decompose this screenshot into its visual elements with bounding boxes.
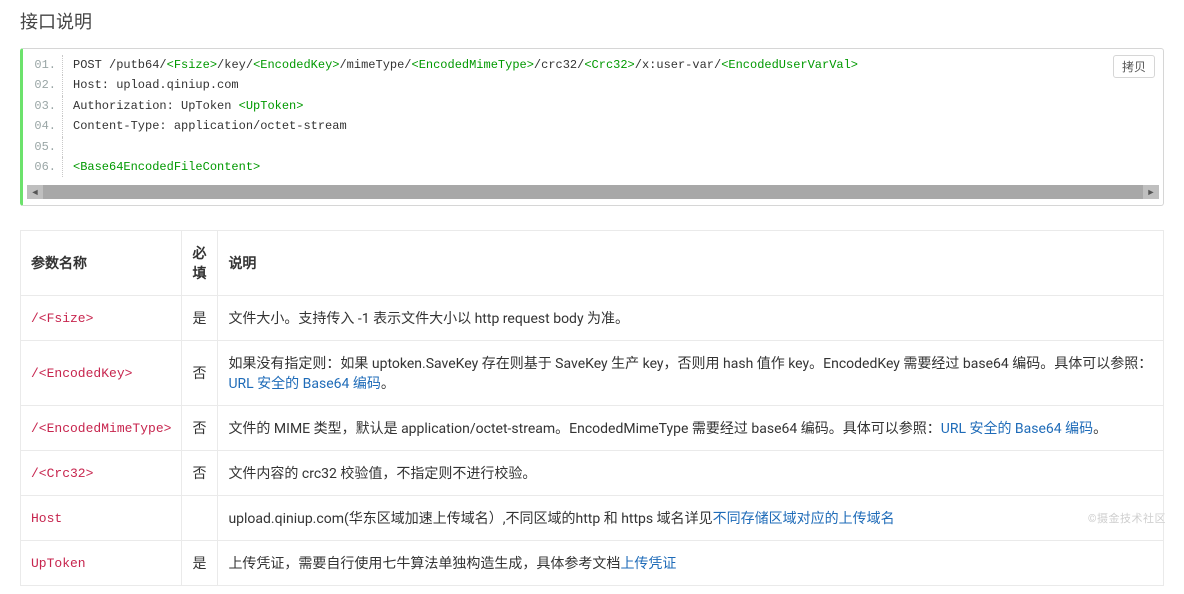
param-name-cell: UpToken — [21, 541, 182, 586]
col-header-required: 必填 — [182, 231, 218, 296]
param-name-cell: /<Fsize> — [21, 296, 182, 341]
table-body: /<Fsize>是文件大小。支持传入 -1 表示文件大小以 http reque… — [21, 296, 1164, 586]
code-token: /x:user-var/ — [635, 58, 721, 72]
line-number: 03. — [29, 96, 63, 116]
code-token-angle: <EncodedUserVarVal> — [721, 58, 858, 72]
param-desc-cell: upload.qiniup.com(华东区域加速上传域名）,不同区域的http … — [218, 496, 1164, 541]
code-token: Content-Type: application/octet-stream — [73, 119, 347, 133]
section-title: 接口说明 — [20, 8, 1164, 34]
copy-button[interactable]: 拷贝 — [1113, 55, 1155, 78]
param-desc-cell: 上传凭证，需要自行使用七牛算法单独构造生成，具体参考文档上传凭证 — [218, 541, 1164, 586]
col-header-desc: 说明 — [218, 231, 1164, 296]
table-row: UpToken 是上传凭证，需要自行使用七牛算法单独构造生成，具体参考文档上传凭证 — [21, 541, 1164, 586]
code-content: Authorization: UpToken <UpToken> — [73, 96, 303, 116]
param-desc-cell: 文件内容的 crc32 校验值，不指定则不进行校验。 — [218, 451, 1164, 496]
param-desc-cell: 如果没有指定则：如果 uptoken.SaveKey 存在则基于 SaveKey… — [218, 341, 1164, 406]
param-desc-cell: 文件大小。支持传入 -1 表示文件大小以 http request body 为… — [218, 296, 1164, 341]
code-content: <Base64EncodedFileContent> — [73, 157, 260, 177]
param-name: /<Fsize> — [31, 311, 93, 326]
code-token-angle: <EncodedKey> — [253, 58, 339, 72]
desc-text: 。 — [1093, 421, 1107, 437]
parameters-table: 参数名称 必填 说明 /<Fsize>是文件大小。支持传入 -1 表示文件大小以… — [20, 230, 1164, 586]
scroll-left-icon[interactable]: ◄ — [27, 185, 43, 199]
code-token-angle: <Fsize> — [167, 58, 217, 72]
param-name-cell: /<EncodedMimeType> — [21, 406, 182, 451]
table-row: /<EncodedKey> 否如果没有指定则：如果 uptoken.SaveKey… — [21, 341, 1164, 406]
code-line: 05. — [29, 137, 1155, 157]
desc-text: 文件内容的 crc32 校验值，不指定则不进行校验。 — [228, 466, 536, 482]
line-number: 04. — [29, 116, 63, 136]
param-name-cell: Host — [21, 496, 182, 541]
code-content: Host: upload.qiniup.com — [73, 75, 239, 95]
doc-link[interactable]: URL 安全的 Base64 编码 — [941, 421, 1093, 437]
code-line: 03. Authorization: UpToken <UpToken> — [29, 96, 1155, 116]
param-name: Host — [31, 511, 62, 526]
table-header-row: 参数名称 必填 说明 — [21, 231, 1164, 296]
table-row: Host upload.qiniup.com(华东区域加速上传域名）,不同区域的h… — [21, 496, 1164, 541]
code-line: 06. <Base64EncodedFileContent> — [29, 157, 1155, 177]
param-name: /<EncodedMimeType> — [31, 421, 171, 436]
table-row: /<EncodedMimeType> 否文件的 MIME 类型，默认是 appli… — [21, 406, 1164, 451]
param-name: /<Crc32> — [31, 466, 93, 481]
code-token-angle: <UpToken> — [239, 99, 304, 113]
desc-text: 上传凭证，需要自行使用七牛算法单独构造生成，具体参考文档 — [228, 556, 620, 572]
code-token: /crc32/ — [534, 58, 584, 72]
table-row: /<Crc32> 否文件内容的 crc32 校验值，不指定则不进行校验。 — [21, 451, 1164, 496]
code-token-angle: <EncodedMimeType> — [412, 58, 534, 72]
param-required-cell: 是 — [182, 296, 218, 341]
param-required-cell — [182, 496, 218, 541]
code-block: 拷贝 01. POST /putb64/<Fsize>/key/<EncodedK… — [20, 48, 1164, 206]
line-number: 01. — [29, 55, 63, 75]
desc-text: 文件大小。支持传入 -1 表示文件大小以 http request body 为… — [228, 311, 629, 327]
desc-text: upload.qiniup.com(华东区域加速上传域名）,不同区域的http … — [228, 511, 712, 527]
code-content: POST /putb64/<Fsize>/key/<EncodedKey>/mi… — [73, 55, 858, 75]
desc-text: 。 — [381, 376, 395, 392]
param-required-cell: 是 — [182, 541, 218, 586]
param-name-cell: /<Crc32> — [21, 451, 182, 496]
param-required-cell: 否 — [182, 406, 218, 451]
code-line: 02. Host: upload.qiniup.com — [29, 75, 1155, 95]
code-token-angle: <Crc32> — [584, 58, 634, 72]
code-token: /mimeType/ — [339, 58, 411, 72]
code-token: /key/ — [217, 58, 253, 72]
code-area: 01. POST /putb64/<Fsize>/key/<EncodedKey>… — [23, 49, 1163, 181]
line-number: 02. — [29, 75, 63, 95]
desc-text: 如果没有指定则：如果 uptoken.SaveKey 存在则基于 SaveKey… — [228, 356, 1152, 372]
code-line: 04. Content-Type: application/octet-strea… — [29, 116, 1155, 136]
param-desc-cell: 文件的 MIME 类型，默认是 application/octet-stream… — [218, 406, 1164, 451]
code-token: Authorization: UpToken — [73, 99, 239, 113]
code-content: Content-Type: application/octet-stream — [73, 116, 347, 136]
col-header-name: 参数名称 — [21, 231, 182, 296]
param-required-cell: 否 — [182, 341, 218, 406]
horizontal-scrollbar[interactable]: ◄ ► — [27, 185, 1159, 199]
code-token: Host: upload.qiniup.com — [73, 78, 239, 92]
table-row: /<Fsize> 是文件大小。支持传入 -1 表示文件大小以 http reque… — [21, 296, 1164, 341]
desc-text: 文件的 MIME 类型，默认是 application/octet-stream… — [228, 421, 940, 437]
scroll-right-icon[interactable]: ► — [1143, 185, 1159, 199]
doc-link[interactable]: 上传凭证 — [620, 556, 676, 572]
param-name-cell: /<EncodedKey> — [21, 341, 182, 406]
line-number: 05. — [29, 137, 63, 157]
param-name: /<EncodedKey> — [31, 366, 132, 381]
code-token-angle: <Base64EncodedFileContent> — [73, 160, 260, 174]
param-required-cell: 否 — [182, 451, 218, 496]
doc-link[interactable]: 不同存储区域对应的上传域名 — [713, 511, 895, 527]
code-token: POST /putb64/ — [73, 58, 167, 72]
doc-link[interactable]: URL 安全的 Base64 编码 — [228, 376, 380, 392]
param-name: UpToken — [31, 556, 86, 571]
line-number: 06. — [29, 157, 63, 177]
code-line: 01. POST /putb64/<Fsize>/key/<EncodedKey>… — [29, 55, 1155, 75]
